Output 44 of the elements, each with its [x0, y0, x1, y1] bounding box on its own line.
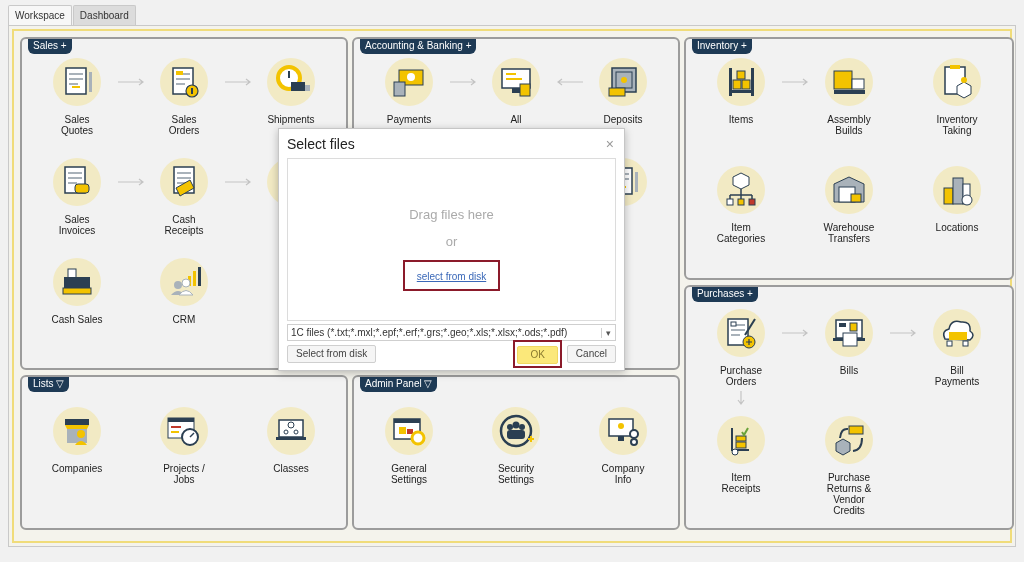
workspace-item[interactable]: Items [717, 58, 765, 125]
dialog-button[interactable]: Select from disk [287, 344, 377, 363]
workspace-item[interactable]: Warehouse Transfers [823, 166, 875, 244]
panel-title[interactable]: Sales + [28, 39, 72, 54]
workspace-item[interactable]: Companies [51, 407, 103, 474]
workspace-item[interactable]: Projects / Jobs [160, 407, 208, 485]
workspace-item[interactable]: Purchase Returns & Vendor Credits [825, 416, 873, 516]
workspace-item[interactable]: All [492, 58, 540, 125]
workspace-item[interactable]: Assembly Builds [825, 58, 873, 136]
workspace-item[interactable]: Classes [267, 407, 315, 474]
panel-title[interactable]: Admin Panel ▽ [360, 377, 438, 392]
workspace-item[interactable]: Payments [385, 58, 433, 125]
workspace-item[interactable]: Item Categories [716, 166, 766, 244]
workspace-item[interactable]: Sales Orders [160, 58, 208, 136]
workspace-item[interactable]: Sales Quotes [53, 58, 101, 136]
drop-zone[interactable]: Drag files here or select from disk [287, 158, 616, 321]
workspace-item[interactable]: Security Settings [492, 407, 540, 485]
workspace-item[interactable]: Inventory Taking [933, 58, 981, 136]
tab[interactable]: Dashboard [72, 5, 136, 25]
workspace-item[interactable]: Cash Sales [51, 258, 103, 325]
panel-title[interactable]: Inventory + [692, 39, 752, 54]
workspace-item[interactable]: Company Info [599, 407, 647, 485]
or-text: or [445, 234, 458, 249]
workspace-item[interactable]: Shipments [267, 58, 315, 125]
dialog-button[interactable]: OK [517, 345, 558, 364]
select-link[interactable]: select from disk [416, 271, 487, 282]
dialog-button[interactable]: Cancel [566, 344, 616, 363]
workspace-item[interactable]: Locations [933, 166, 981, 233]
panel-title[interactable]: Lists ▽ [28, 377, 70, 392]
workspace-item[interactable]: General Settings [385, 407, 433, 485]
workspace-item[interactable]: Cash Receipts [160, 158, 208, 236]
workspace-item[interactable]: Deposits [599, 58, 647, 125]
panel-title[interactable]: Purchases + [692, 287, 758, 302]
workspace-item[interactable]: Sales Invoices [53, 158, 101, 236]
workspace-item[interactable]: Item Receipts [717, 416, 765, 494]
workspace-item[interactable]: Purchase Orders [717, 309, 765, 405]
drop-hint: Drag files here [409, 207, 494, 222]
panel-title[interactable]: Accounting & Banking + [360, 39, 477, 54]
tab[interactable]: Workspace [8, 5, 72, 25]
workspace-item[interactable]: Bills [825, 309, 873, 376]
dialog-title: Select files [287, 135, 355, 152]
workspace-item[interactable]: Bill Payments [933, 309, 981, 387]
workspace-item[interactable]: CRM [160, 258, 208, 325]
file-type-select[interactable]: 1C files (*.txt;*.mxl;*.epf;*.erf;*.grs;*.geo;*.xls;*.xlsx;*.ods;*.pdf) ▾ [287, 324, 616, 341]
